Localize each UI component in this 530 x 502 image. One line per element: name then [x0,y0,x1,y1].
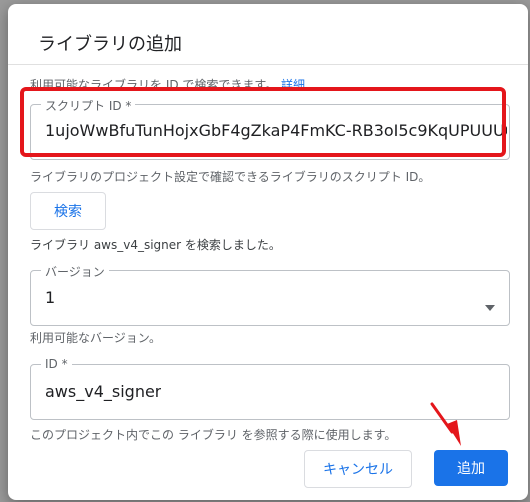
pointer-arrow-icon [430,402,461,446]
